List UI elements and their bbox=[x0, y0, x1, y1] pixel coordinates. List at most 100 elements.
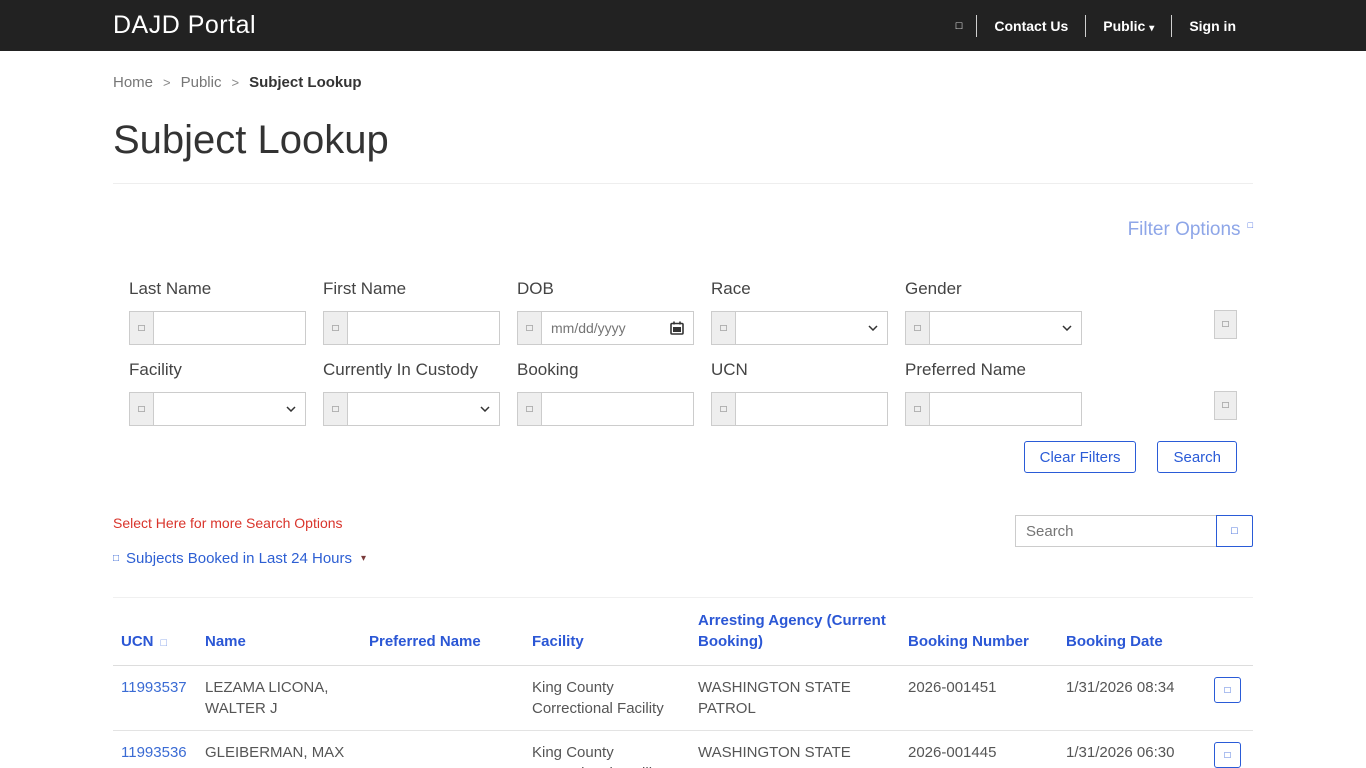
last-name-label: Last Name bbox=[129, 279, 212, 298]
ucn-link[interactable]: 11993537 bbox=[121, 679, 187, 696]
table-search-button[interactable]: □ bbox=[1216, 515, 1253, 547]
gender-select[interactable] bbox=[930, 312, 1081, 344]
table-header-row: UCN □ Name Preferred Name Facility Arrest… bbox=[113, 597, 1253, 666]
last-name-input[interactable] bbox=[154, 312, 305, 344]
filter-panel: Last Name □ First Name □ DOB □ mm/dd/yyy… bbox=[113, 279, 1253, 473]
brand-title: DAJD Portal bbox=[113, 11, 257, 39]
booking-field: Booking □ bbox=[517, 360, 694, 426]
first-name-input[interactable] bbox=[348, 312, 499, 344]
facility-select[interactable] bbox=[154, 393, 305, 425]
row1-addon-icon: □ bbox=[1214, 310, 1237, 339]
breadcrumb-separator: > bbox=[163, 75, 171, 90]
page-title: Subject Lookup bbox=[113, 118, 389, 162]
filter-row-1: Last Name □ First Name □ DOB □ mm/dd/yyy… bbox=[129, 279, 1237, 345]
breadcrumb-public[interactable]: Public bbox=[181, 74, 222, 91]
table-search-input[interactable] bbox=[1015, 515, 1217, 547]
facility-field: Facility □ bbox=[129, 360, 306, 426]
chevron-down-icon bbox=[1062, 325, 1072, 331]
race-label: Race bbox=[711, 279, 751, 298]
top-navbar: DAJD Portal □ Contact Us Public ▾ Sign in bbox=[0, 0, 1366, 51]
nav-public-menu[interactable]: Public ▾ bbox=[1086, 18, 1171, 34]
calendar-addon-icon: □ bbox=[518, 312, 542, 344]
clear-filters-button[interactable]: Clear Filters bbox=[1023, 441, 1137, 473]
gender-field: Gender □ bbox=[905, 279, 1082, 345]
booking-addon-icon: □ bbox=[518, 393, 542, 425]
filter-options-toggle[interactable]: Filter Options □ bbox=[1128, 219, 1253, 240]
search-icon: □ bbox=[1231, 525, 1238, 537]
race-addon-icon: □ bbox=[712, 312, 736, 344]
breadcrumb-home[interactable]: Home bbox=[113, 74, 153, 91]
person-icon: □ bbox=[130, 312, 154, 344]
cell-agency: WASHINGTON STATE PATROL bbox=[690, 730, 900, 768]
cell-name: LEZAMA LICONA, WALTER J bbox=[205, 679, 329, 717]
booked-last-24-hours-link[interactable]: □ Subjects Booked in Last 24 Hours ▾ bbox=[113, 550, 366, 567]
booked-last-24-hours-label: Subjects Booked in Last 24 Hours bbox=[126, 550, 353, 567]
col-header-facility[interactable]: Facility bbox=[524, 597, 690, 666]
ucn-link[interactable]: 11993536 bbox=[121, 744, 187, 761]
search-links: Select Here for more Search Options □ Su… bbox=[113, 515, 366, 567]
col-header-actions bbox=[1206, 597, 1253, 666]
col-header-booking-number[interactable]: Booking Number bbox=[900, 597, 1058, 666]
clock-icon: □ bbox=[113, 553, 120, 564]
dob-date-input[interactable]: mm/dd/yyyy bbox=[542, 312, 693, 344]
first-name-field: First Name □ bbox=[323, 279, 500, 345]
ucn-addon-icon: □ bbox=[712, 393, 736, 425]
custody-field: Currently In Custody □ bbox=[323, 360, 500, 426]
preferred-name-addon-icon: □ bbox=[906, 393, 930, 425]
cell-facility: King County Correctional Facility bbox=[532, 679, 664, 717]
facility-addon-icon: □ bbox=[130, 393, 154, 425]
col-header-arresting-agency[interactable]: Arresting Agency (Current Booking) bbox=[690, 597, 900, 666]
race-select[interactable] bbox=[736, 312, 887, 344]
more-search-options-link[interactable]: Select Here for more Search Options bbox=[113, 515, 366, 531]
cell-booking-number: 2026-001451 bbox=[908, 679, 997, 696]
breadcrumb: Home > Public > Subject Lookup bbox=[113, 51, 1253, 91]
dob-field: DOB □ mm/dd/yyyy bbox=[517, 279, 694, 345]
col-header-ucn[interactable]: UCN □ bbox=[113, 597, 197, 666]
col-header-ucn-label: UCN bbox=[121, 633, 154, 650]
nav-sign-in[interactable]: Sign in bbox=[1172, 18, 1253, 34]
breadcrumb-separator: > bbox=[231, 75, 240, 90]
booking-input[interactable] bbox=[542, 393, 693, 425]
calendar-icon[interactable] bbox=[670, 321, 684, 335]
gender-label: Gender bbox=[905, 279, 962, 298]
table-row: 11993537 LEZAMA LICONA, WALTER J King Co… bbox=[113, 666, 1253, 731]
title-divider bbox=[113, 183, 1253, 184]
nav-contact-us[interactable]: Contact Us bbox=[977, 18, 1085, 34]
row2-addon-icon: □ bbox=[1214, 391, 1237, 420]
first-name-label: First Name bbox=[323, 279, 407, 298]
row-detail-button[interactable]: □ bbox=[1214, 677, 1241, 703]
ucn-label: UCN bbox=[711, 360, 748, 379]
search-icon[interactable]: □ bbox=[942, 20, 977, 32]
navbar-links: □ Contact Us Public ▾ Sign in bbox=[942, 0, 1253, 51]
col-header-booking-date[interactable]: Booking Date bbox=[1058, 597, 1206, 666]
filter-options-label: Filter Options bbox=[1127, 219, 1241, 240]
cell-booking-date: 1/31/2026 08:34 bbox=[1066, 679, 1175, 696]
cell-preferred-name bbox=[361, 730, 524, 768]
row-detail-button[interactable]: □ bbox=[1214, 742, 1241, 768]
dob-label: DOB bbox=[517, 279, 554, 298]
chevron-down-icon: ▾ bbox=[361, 553, 367, 564]
booking-label: Booking bbox=[517, 360, 579, 379]
custody-addon-icon: □ bbox=[324, 393, 348, 425]
cell-name: GLEIBERMAN, MAX EVERETT bbox=[197, 730, 361, 768]
preferred-name-input[interactable] bbox=[930, 393, 1081, 425]
chevron-down-icon bbox=[868, 325, 878, 331]
col-header-preferred-name[interactable]: Preferred Name bbox=[361, 597, 524, 666]
breadcrumb-current: Subject Lookup bbox=[249, 74, 362, 91]
cell-facility: King County Correctional Facility bbox=[524, 730, 690, 768]
custody-select[interactable] bbox=[348, 393, 499, 425]
sort-icon: □ bbox=[160, 637, 168, 649]
search-button[interactable]: Search bbox=[1157, 441, 1237, 473]
expand-icon: □ bbox=[1247, 219, 1253, 230]
col-header-name[interactable]: Name bbox=[197, 597, 361, 666]
ucn-input[interactable] bbox=[736, 393, 887, 425]
dob-placeholder: mm/dd/yyyy bbox=[551, 320, 626, 336]
gender-addon-icon: □ bbox=[906, 312, 930, 344]
filter-row-2: Facility □ Currently In Custody □ Bookin… bbox=[129, 360, 1237, 426]
ucn-field: UCN □ bbox=[711, 360, 888, 426]
chevron-down-icon bbox=[286, 406, 296, 412]
race-field: Race □ bbox=[711, 279, 888, 345]
preferred-name-field: Preferred Name □ bbox=[905, 360, 1082, 426]
nav-public-label: Public bbox=[1103, 17, 1146, 34]
cell-preferred-name bbox=[361, 666, 524, 731]
